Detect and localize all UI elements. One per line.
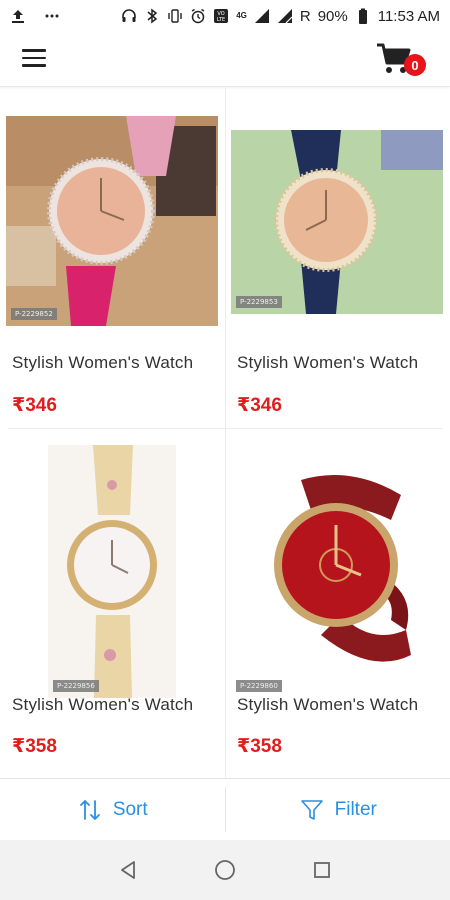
product-card[interactable]: P-2229860 Stylish Women's Watch ₹358 (225, 433, 450, 778)
home-icon[interactable] (211, 856, 239, 884)
upload-icon (10, 8, 26, 24)
app-bar: 0 (0, 32, 450, 87)
filter-icon (300, 799, 323, 820)
roaming-indicator: R (299, 7, 311, 25)
product-code: P-2229856 (53, 680, 99, 692)
product-price: ₹346 (237, 395, 282, 416)
product-image[interactable]: P-2229856 (48, 445, 176, 698)
product-image[interactable]: P-2229860 (231, 445, 443, 698)
alarm-icon (190, 8, 206, 24)
bluetooth-icon (144, 8, 160, 24)
product-code: P-2229860 (236, 680, 282, 692)
system-nav-bar (0, 840, 450, 900)
more-icon (44, 8, 60, 24)
product-code: P-2229852 (11, 308, 57, 320)
bottom-action-bar: Sort Filter (0, 778, 450, 840)
battery-percent: 90% (317, 7, 348, 25)
cart-count-badge: 0 (404, 54, 426, 76)
svg-text:LTE: LTE (217, 17, 225, 23)
sort-button[interactable]: Sort (0, 779, 225, 840)
product-price: ₹358 (12, 736, 57, 757)
battery-icon (355, 8, 371, 24)
signal-icon (254, 8, 270, 24)
vibrate-icon (167, 8, 183, 24)
product-image[interactable]: P-2229853 (231, 130, 443, 314)
product-grid: P-2229852 Stylish Women's Watch ₹346 P-2… (0, 88, 450, 778)
product-card[interactable]: P-2229852 Stylish Women's Watch ₹346 (0, 88, 225, 433)
cart-button[interactable]: 0 (376, 42, 428, 78)
headphones-icon (121, 8, 137, 24)
signal-icon (277, 8, 293, 24)
recents-icon[interactable] (308, 856, 336, 884)
hamburger-menu-icon[interactable] (22, 49, 46, 69)
product-price: ₹346 (12, 395, 57, 416)
clock: 11:53 AM (377, 7, 440, 25)
product-card[interactable]: P-2229856 Stylish Women's Watch ₹358 (0, 433, 225, 778)
back-icon[interactable] (114, 856, 142, 884)
filter-button[interactable]: Filter (226, 779, 450, 840)
filter-label: Filter (334, 798, 377, 820)
sort-label: Sort (112, 798, 148, 820)
product-name: Stylish Women's Watch (12, 353, 194, 372)
product-code: P-2229853 (236, 296, 282, 308)
product-image[interactable]: P-2229852 (6, 116, 218, 326)
product-name: Stylish Women's Watch (237, 695, 419, 714)
product-price: ₹358 (237, 736, 282, 757)
product-name: Stylish Women's Watch (12, 695, 194, 714)
volte-icon: VO LTE (213, 8, 229, 24)
network-type: 4G (236, 11, 247, 20)
sort-icon (79, 799, 100, 820)
product-card[interactable]: P-2229853 Stylish Women's Watch ₹346 (225, 88, 450, 433)
product-name: Stylish Women's Watch (237, 353, 419, 372)
status-bar: VO LTE 4G R 90% 11:53 AM (0, 0, 450, 32)
